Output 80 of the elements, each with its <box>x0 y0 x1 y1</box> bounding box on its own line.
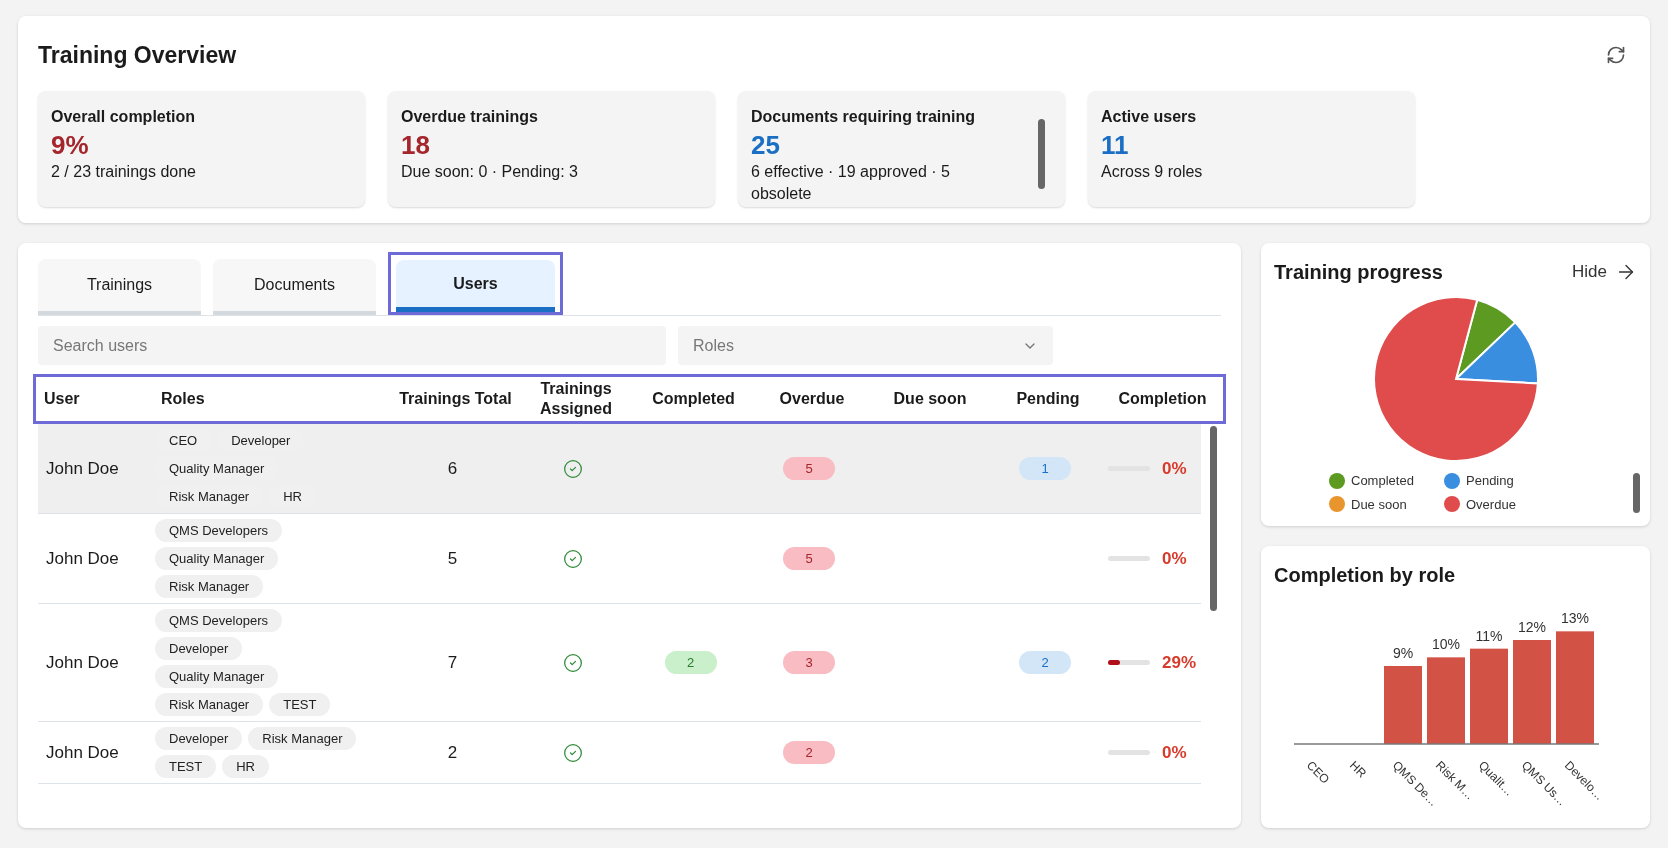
column-header[interactable]: Roles <box>158 389 393 409</box>
value-label: 9% <box>1392 645 1414 661</box>
scrollbar[interactable] <box>1633 473 1640 513</box>
table-cell-text: 6 <box>446 457 459 480</box>
user-name: John Doe <box>45 457 120 480</box>
scrollbar[interactable] <box>1210 426 1217 611</box>
card-title: Completion by role <box>1274 563 1457 588</box>
role-chip: HR <box>222 755 269 778</box>
value-label: 12% <box>1518 619 1546 635</box>
value-label: 11% <box>1475 627 1503 644</box>
legend-label: Due soon <box>1351 495 1407 514</box>
tab[interactable]: Users <box>388 252 563 315</box>
stat-detail: 6 effective · 19 approved · 5 obsolete <box>751 161 951 204</box>
role-chip: Risk Manager <box>248 727 357 750</box>
column-header[interactable]: Pending <box>989 389 1107 409</box>
user-name: John Doe <box>45 651 120 674</box>
column-header[interactable]: Trainings Assigned <box>518 379 634 419</box>
table-cell-text: 5 <box>446 547 459 570</box>
user-name: John Doe <box>45 741 120 764</box>
stat-value: 18 <box>401 128 431 161</box>
table-cell-text: 2 <box>446 741 459 764</box>
card-title: Training progress <box>1274 260 1443 285</box>
legend-label: Completed <box>1351 472 1414 490</box>
panel-title: Training Overview <box>38 41 237 70</box>
stat-detail: 2 / 23 trainings done <box>51 161 197 182</box>
roles-dropdown[interactable]: Roles <box>678 326 1053 365</box>
role-chip: Quality Manager <box>155 665 279 688</box>
stat-label: Overall completion <box>51 106 197 127</box>
completion-percent: 0% <box>1162 547 1187 570</box>
role-chip: TEST <box>269 693 331 716</box>
stat-label: Active users <box>1101 106 1198 127</box>
column-header[interactable]: Completed <box>634 389 753 409</box>
role-chip: QMS Developers <box>155 519 282 542</box>
role-chip: Risk Manager <box>155 693 264 716</box>
table-cell-text: 7 <box>446 651 459 674</box>
legend-label: Overdue <box>1466 495 1516 514</box>
stat-value: 11 <box>1101 128 1130 161</box>
hide-button[interactable]: Hide <box>1572 259 1637 285</box>
progress-fill <box>1108 660 1121 665</box>
axis-label: HR <box>1346 758 1370 781</box>
count-badge: 2 <box>664 650 717 675</box>
stat-detail: Across 9 roles <box>1101 161 1204 182</box>
completion-percent: 0% <box>1162 741 1187 764</box>
role-chip: Developer <box>155 637 243 660</box>
scrollbar[interactable] <box>1038 118 1045 189</box>
count-badge: 2 <box>783 740 835 765</box>
column-header[interactable]: Completion <box>1107 389 1218 409</box>
check-icon <box>563 742 583 763</box>
count-badge: 5 <box>783 456 835 481</box>
search-field[interactable]: Search users <box>38 326 666 365</box>
user-name: John Doe <box>45 547 120 570</box>
count-badge: 3 <box>783 650 835 675</box>
stat-value: 9% <box>51 128 90 161</box>
role-chip: QMS Developers <box>155 609 282 632</box>
completion-percent: 0% <box>1162 457 1187 480</box>
role-chip: TEST <box>155 755 217 778</box>
completion-percent: 29% <box>1162 651 1197 674</box>
count-badge: 5 <box>783 546 835 571</box>
value-label: 10% <box>1432 636 1460 653</box>
check-icon <box>563 652 583 673</box>
role-chip: Developer <box>155 727 243 750</box>
column-header[interactable]: User <box>41 389 158 409</box>
legend-label: Pending <box>1466 472 1514 490</box>
role-chip: Quality Manager <box>155 547 279 570</box>
column-header[interactable]: Overdue <box>753 389 871 409</box>
stat-value: 25 <box>751 128 781 161</box>
stat-label: Overdue trainings <box>401 106 539 127</box>
check-icon <box>563 548 583 569</box>
stat-label: Documents requiring training <box>751 106 976 127</box>
column-header[interactable]: Trainings Total <box>393 389 518 409</box>
column-header[interactable]: Due soon <box>871 389 989 409</box>
tab[interactable]: Trainings <box>38 259 201 315</box>
value-label: 13% <box>1561 610 1589 627</box>
role-chip: Risk Manager <box>155 575 264 598</box>
check-icon <box>563 458 583 479</box>
table-row[interactable]: John Doe CEO Developer Quality Manager Risk Manager HR 6 5 1 0% <box>38 424 1201 514</box>
tab[interactable]: Documents <box>213 259 376 315</box>
count-badge: 1 <box>1019 456 1071 481</box>
count-badge: 2 <box>1019 650 1071 675</box>
stat-detail: Due soon: 0 · Pending: 3 <box>401 161 579 182</box>
